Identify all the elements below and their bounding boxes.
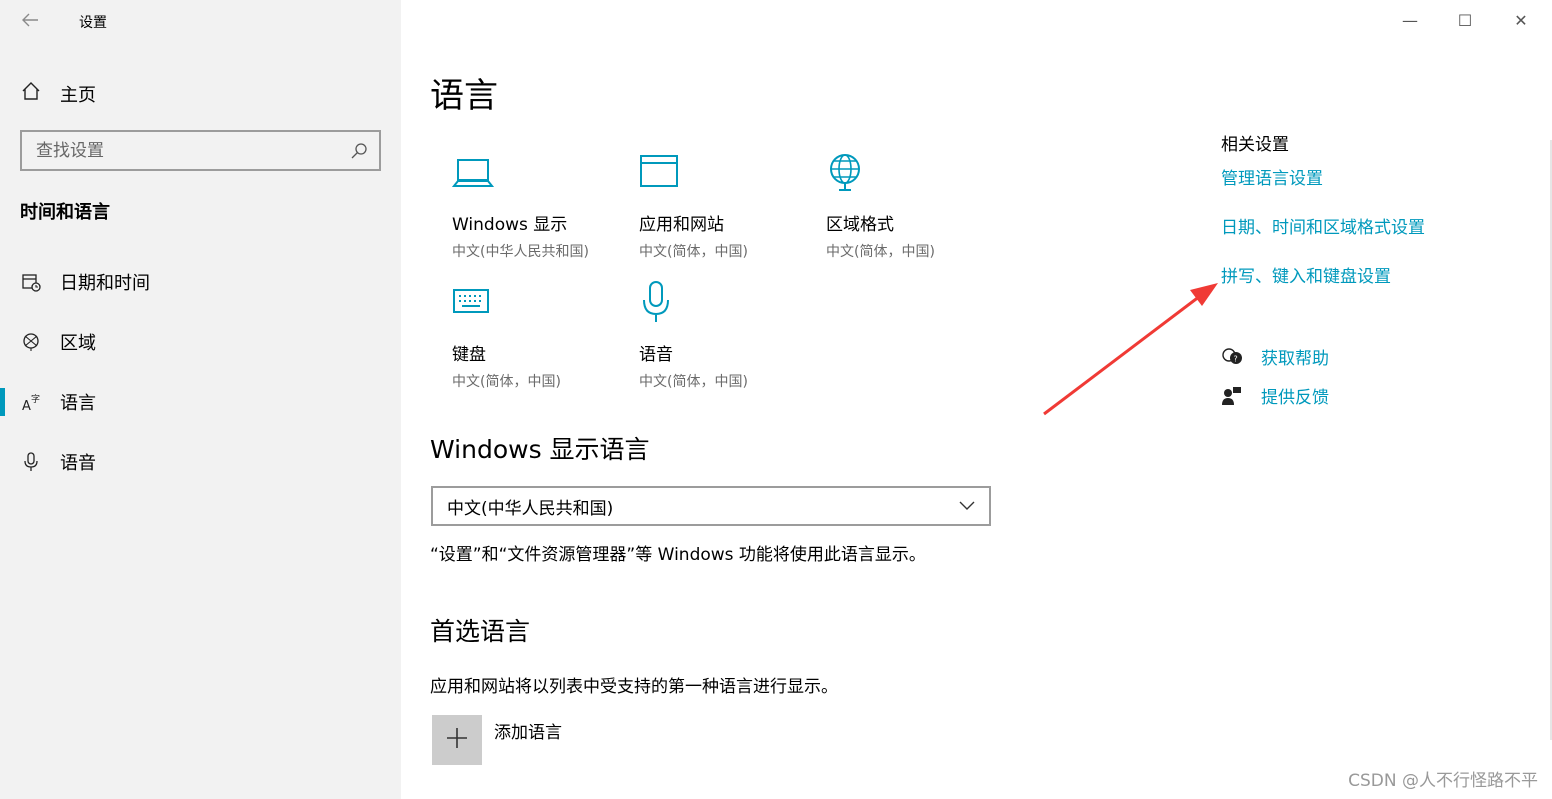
tile-apps-websites[interactable]: 应用和网站 中文(简体，中国) bbox=[639, 150, 809, 261]
close-button[interactable]: ✕ bbox=[1506, 6, 1536, 36]
home-nav-item[interactable]: 主页 bbox=[20, 80, 96, 107]
svg-text:?: ? bbox=[1234, 354, 1238, 363]
display-language-description: “设置”和“文件资源管理器”等 Windows 功能将使用此语言显示。 bbox=[430, 545, 926, 565]
tile-regional-format[interactable]: 区域格式 中文(简体，中国) bbox=[826, 150, 996, 261]
app-title: 设置 bbox=[79, 15, 107, 31]
svg-text:字: 字 bbox=[31, 393, 40, 405]
calendar-clock-icon bbox=[20, 271, 42, 293]
sidebar: 设置 主页 时间和语言 日期和时间 区域 A字 语言 语音 bbox=[0, 0, 401, 799]
display-language-dropdown[interactable]: 中文(中华人民共和国) bbox=[431, 486, 991, 526]
preferred-languages-description: 应用和网站将以列表中受支持的第一种语言进行显示。 bbox=[430, 677, 838, 697]
sidebar-item-label: 语音 bbox=[60, 453, 96, 474]
help-chat-icon: ? bbox=[1221, 346, 1243, 368]
tile-subtitle: 中文(中华人民共和国) bbox=[452, 244, 589, 260]
globe-icon bbox=[826, 150, 870, 194]
plus-icon bbox=[446, 727, 468, 753]
settings-search-box[interactable] bbox=[20, 130, 381, 171]
language-icon: A字 bbox=[20, 391, 42, 413]
tile-subtitle: 中文(简体，中国) bbox=[826, 244, 935, 260]
home-icon bbox=[20, 80, 42, 107]
related-settings-heading: 相关设置 bbox=[1221, 135, 1289, 155]
add-language-label[interactable]: 添加语言 bbox=[494, 718, 562, 743]
tile-subtitle: 中文(简体，中国) bbox=[639, 244, 748, 260]
sidebar-item-region[interactable]: 区域 bbox=[0, 318, 401, 366]
page-title: 语言 bbox=[430, 76, 498, 116]
annotation-arrow bbox=[1043, 283, 1218, 416]
give-feedback-link[interactable]: 提供反馈 bbox=[1221, 383, 1329, 408]
watermark: CSDN @人不行怪路不平 bbox=[1348, 771, 1538, 791]
browser-window-icon bbox=[639, 150, 683, 194]
tile-keyboard[interactable]: 键盘 中文(简体，中国) bbox=[452, 280, 622, 391]
tile-subtitle: 中文(简体，中国) bbox=[639, 374, 748, 390]
tile-subtitle: 中文(简体，中国) bbox=[452, 374, 561, 390]
microphone-icon bbox=[20, 451, 42, 473]
get-help-label: 获取帮助 bbox=[1261, 349, 1329, 369]
spelling-typing-keyboard-link[interactable]: 拼写、键入和键盘设置 bbox=[1221, 262, 1391, 287]
tile-name: 语音 bbox=[639, 345, 673, 365]
tile-speech[interactable]: 语音 中文(简体，中国) bbox=[639, 280, 809, 391]
date-time-region-settings-link[interactable]: 日期、时间和区域格式设置 bbox=[1221, 213, 1425, 238]
microphone-icon bbox=[639, 280, 683, 324]
laptop-icon bbox=[451, 150, 496, 194]
tile-name: Windows 显示 bbox=[452, 215, 568, 235]
tile-name: 键盘 bbox=[452, 345, 486, 365]
home-label: 主页 bbox=[60, 84, 96, 106]
tile-name: 区域格式 bbox=[826, 215, 894, 235]
sidebar-item-language[interactable]: A字 语言 bbox=[0, 378, 401, 426]
sidebar-item-label: 区域 bbox=[60, 333, 96, 354]
chevron-down-icon bbox=[959, 496, 975, 516]
search-input[interactable] bbox=[22, 132, 379, 169]
back-arrow-icon[interactable] bbox=[20, 10, 42, 32]
display-language-heading: Windows 显示语言 bbox=[430, 435, 650, 464]
language-list-row-partial[interactable] bbox=[430, 787, 990, 799]
tile-name: 应用和网站 bbox=[639, 215, 724, 235]
sidebar-item-speech[interactable]: 语音 bbox=[0, 438, 401, 486]
keyboard-icon bbox=[452, 280, 496, 324]
maximize-button[interactable]: ☐ bbox=[1450, 6, 1480, 36]
add-language-button[interactable] bbox=[432, 715, 482, 765]
sidebar-item-label: 日期和时间 bbox=[60, 273, 150, 294]
preferred-languages-heading: 首选语言 bbox=[430, 617, 531, 646]
give-feedback-label: 提供反馈 bbox=[1261, 388, 1329, 408]
search-icon[interactable] bbox=[349, 141, 369, 161]
section-title: 时间和语言 bbox=[20, 202, 110, 223]
svg-text:A: A bbox=[22, 399, 31, 412]
globe-icon bbox=[20, 331, 42, 353]
dropdown-selected-value: 中文(中华人民共和国) bbox=[447, 498, 614, 519]
sidebar-item-date-time[interactable]: 日期和时间 bbox=[0, 258, 401, 306]
manage-language-settings-link[interactable]: 管理语言设置 bbox=[1221, 164, 1323, 189]
get-help-link[interactable]: ? 获取帮助 bbox=[1221, 344, 1329, 369]
minimize-button[interactable]: — bbox=[1395, 6, 1425, 36]
sidebar-item-label: 语言 bbox=[60, 393, 96, 414]
feedback-person-icon bbox=[1221, 385, 1243, 407]
tile-windows-display[interactable]: Windows 显示 中文(中华人民共和国) bbox=[451, 150, 622, 261]
